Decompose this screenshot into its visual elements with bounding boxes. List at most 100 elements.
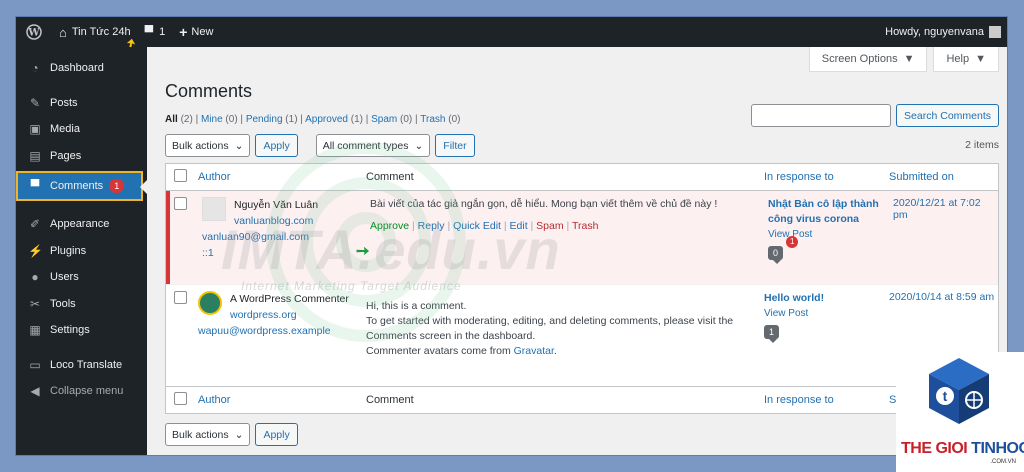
filter-spam[interactable]: Spam [371, 114, 397, 125]
author-name: A WordPress Commenter [230, 293, 349, 305]
comment-text: Hi, this is a comment. To get started wi… [366, 300, 734, 357]
apply-button-bottom[interactable]: Apply [255, 423, 298, 446]
user-icon: ● [31, 270, 39, 285]
select-all-checkbox[interactable] [174, 392, 187, 405]
home-icon: ⌂ [59, 24, 67, 40]
comment-type-select[interactable]: All comment types ⌄ [315, 134, 431, 157]
apply-button[interactable]: Apply [255, 134, 298, 157]
sidebar-item-media[interactable]: ▣ Media [16, 116, 147, 143]
logo-wordmark: THE GIOI TINHOC [901, 440, 1024, 457]
browser-frame: W ⌂ Tin Tức 24h ▀ 1 + New Howdy, nguyenv… [15, 16, 1008, 456]
admin-bar-comments[interactable]: ▀ 1 [138, 17, 173, 47]
filter-mine[interactable]: Mine [201, 114, 223, 125]
table-header: Author Comment In response to Submitted … [166, 164, 998, 191]
caret-down-icon: ▼ [903, 53, 915, 65]
column-response[interactable]: In response to [764, 394, 889, 406]
collapse-arrow-icon: ◀ [30, 384, 40, 399]
filter-pending[interactable]: Pending [246, 114, 283, 125]
admin-bar-new[interactable]: + New [172, 17, 220, 47]
page-title: Comments [165, 81, 253, 101]
sidebar-item-label: Plugins [50, 244, 87, 257]
help-button[interactable]: Help ▼ [933, 47, 999, 72]
svg-text:t: t [943, 388, 948, 404]
sidebar-item-pages[interactable]: ▤ Pages [16, 143, 147, 170]
logo-domain: .COM.VN [990, 459, 1016, 465]
filter-trash[interactable]: Trash [420, 114, 445, 125]
comment-text: Bài viết của tác giả ngắn gọn, dễ hiểu. … [370, 198, 718, 210]
sidebar-item-label: Pages [50, 149, 82, 162]
admin-sidebar: ◔ Dashboard ✎ Posts ▣ Media ▤ Pages ▀ Co… [16, 47, 147, 455]
submitted-date-link[interactable]: 2020/10/14 at 8:59 am [889, 291, 998, 303]
plug-icon: ⚡ [28, 243, 43, 258]
wordpress-logo-icon[interactable]: W [16, 17, 52, 47]
author-email-link[interactable]: wapuu@wordpress.example [198, 325, 349, 337]
author-site-link[interactable]: wordpress.org [230, 309, 349, 321]
column-comment: Comment [366, 171, 414, 183]
brand-logo: t THE GIOI TINHOC .COM.VN [896, 352, 1024, 472]
site-name: Tin Tức 24h [71, 26, 131, 38]
row-checkbox[interactable] [174, 291, 187, 304]
sidebar-item-appearance[interactable]: ✐ Appearance [16, 211, 147, 238]
response-post-link[interactable]: Nhật Bản cô lập thành công virus corona [768, 197, 893, 227]
comment-bubble-icon: ▀ [144, 25, 154, 39]
svg-text:W: W [27, 28, 40, 39]
pending-count-bubble[interactable]: 1 [786, 236, 799, 248]
select-all-checkbox[interactable] [174, 169, 187, 182]
bulk-actions-select-bottom[interactable]: Bulk actions ⌄ [165, 423, 251, 446]
howdy-text: Howdy, nguyenvana [885, 26, 984, 38]
submitted-date-link[interactable]: 2020/12/21 at 7:02 pm [893, 197, 998, 221]
filter-all[interactable]: All [165, 114, 178, 125]
gravatar-link[interactable]: Gravatar [514, 345, 554, 357]
pin-icon: ✎ [29, 95, 41, 110]
screen-options-button[interactable]: Screen Options ▼ [808, 47, 928, 72]
sidebar-item-label: Tools [50, 297, 76, 310]
column-author[interactable]: Author [198, 394, 366, 406]
my-account[interactable]: Howdy, nguyenvana [878, 17, 1007, 47]
comment-icon: ▀ [30, 179, 40, 193]
items-count: 2 items [965, 139, 999, 151]
sidebar-item-settings[interactable]: ▦ Settings [16, 317, 147, 344]
sidebar-item-loco-translate[interactable]: ▭ Loco Translate [16, 352, 147, 379]
wrench-icon: ✂ [29, 296, 41, 311]
sidebar-item-label: Users [50, 271, 79, 284]
pages-icon: ▤ [29, 148, 41, 163]
filter-approved[interactable]: Approved [305, 114, 348, 125]
column-comment: Comment [366, 394, 414, 406]
row-checkbox[interactable] [174, 197, 187, 210]
collapse-menu-button[interactable]: ◀ Collapse menu [16, 378, 147, 405]
admin-bar-new-label: New [191, 26, 214, 38]
sidebar-item-dashboard[interactable]: ◔ Dashboard [16, 55, 147, 82]
caret-down-icon: ▼ [975, 53, 986, 65]
approved-count-bubble[interactable]: 1 [764, 325, 780, 343]
sidebar-item-label: Media [50, 123, 80, 136]
column-response[interactable]: In response to [764, 171, 889, 183]
column-submitted[interactable]: Submitted on [889, 171, 998, 183]
sidebar-item-comments[interactable]: ▀ Comments 1 [16, 171, 147, 201]
chevron-down-icon: ⌄ [414, 139, 424, 152]
comment-status-filters: All (2) | Mine (0) | Pending (1) | Appro… [165, 114, 461, 125]
watermark-text: IMTA.edu.vn [221, 218, 561, 281]
wapuu-avatar [198, 291, 222, 315]
search-comments-input[interactable] [751, 104, 892, 127]
sidebar-item-users[interactable]: ● Users [16, 264, 147, 291]
trash-link[interactable]: Trash [572, 220, 598, 232]
table-footer: Author Comment In response to Submitted … [166, 386, 998, 413]
view-post-link[interactable]: View Post [764, 308, 889, 319]
settings-icon: ▦ [29, 323, 41, 338]
bulk-actions-select[interactable]: Bulk actions ⌄ [165, 134, 251, 157]
sidebar-item-label: Settings [50, 324, 90, 337]
sidebar-item-tools[interactable]: ✂ Tools [16, 291, 147, 318]
table-row: A WordPress Commenter wordpress.org wapu… [166, 284, 998, 386]
chevron-down-icon: ⌄ [234, 139, 244, 152]
sidebar-item-posts[interactable]: ✎ Posts [16, 90, 147, 117]
sidebar-item-label: Comments [50, 180, 104, 192]
response-post-link[interactable]: Hello world! [764, 291, 889, 306]
search-comments-button[interactable]: Search Comments [896, 104, 999, 127]
filter-button[interactable]: Filter [435, 134, 475, 157]
dashboard-icon: ◔ [31, 61, 39, 76]
plus-icon: + [179, 24, 188, 40]
approved-count-bubble[interactable]: 0 [768, 246, 784, 264]
column-author[interactable]: Author [198, 171, 366, 183]
sidebar-item-plugins[interactable]: ⚡ Plugins [16, 238, 147, 265]
translate-icon: ▭ [29, 357, 41, 372]
